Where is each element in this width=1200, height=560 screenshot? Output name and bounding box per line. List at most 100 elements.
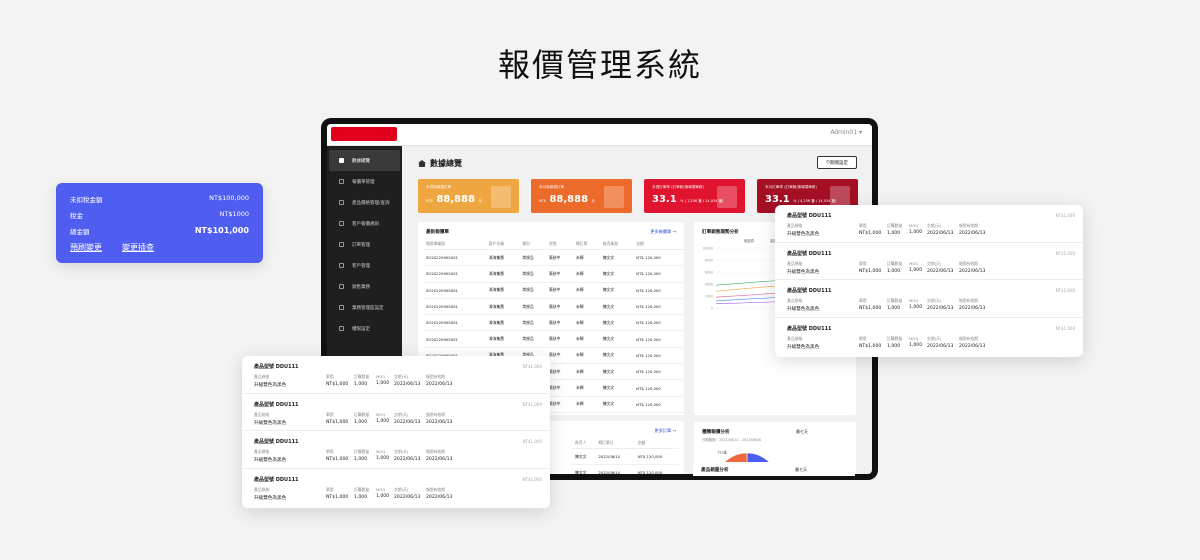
preview-change-link[interactable]: 預刷變更 [70, 242, 102, 253]
sidebar-item-sales[interactable]: 銷售業務 [329, 276, 400, 297]
order-table: 負責人 轉訂單日 金額 陳文文 2022/08/10 NT$ 120,000 陳文文 2022… [573, 438, 679, 474]
product-field: 產品規格 升級雙色為黑色 [254, 374, 326, 388]
more-orders-link[interactable]: 更多訂單 → [654, 428, 676, 434]
field-label: 產品規格 [787, 335, 803, 341]
product-item[interactable]: 產品型號 DDU111 NT$1,000 產品規格 升級雙色為黑色 單價 NT$… [775, 205, 1083, 243]
table-row[interactable]: 陳文文 2022/08/10 NT$ 120,000 [573, 448, 679, 466]
column-header: 轉訂單日 [596, 438, 636, 449]
sidebar-item-regions[interactable]: 業務管理區設定 [329, 297, 400, 318]
field-label: 交期(天) [927, 298, 942, 303]
table-cell: 簽核中 [547, 314, 574, 332]
table-cell: 簽核中 [547, 379, 574, 397]
table-row[interactable]: SO20220905001鴻海集團常規品簽核中未轉陳文文NT$ 120,000 [424, 330, 684, 348]
product-price: NT$1,000 [522, 439, 542, 444]
change-insert-link[interactable]: 變更插查 [122, 242, 154, 253]
field-label: 訂購數量 [887, 223, 903, 228]
product-field: 報價有效期 2022/06/13 [959, 298, 999, 312]
table-row[interactable]: SO20220905001鴻海集團常規品簽核中未轉陳文文NT$ 120,000 [424, 282, 684, 299]
field-label: 單價 [859, 223, 867, 228]
product-field: 交期(天) 2022/06/13 [927, 261, 959, 275]
stage: 報價管理系統 Admin01 ▾ 數據總覽 報價單管理 產品價格管理/查詢 客戶… [0, 0, 1200, 560]
table-row[interactable]: SO20220905001鴻海集團常規品簽核中未轉陳文文NT$ 120,000 [424, 265, 684, 283]
sidebar-item-quotes[interactable]: 報價單管理 [329, 171, 400, 192]
summary-links: 預刷變更 變更插查 [70, 242, 249, 253]
product-field: MOQ 1,000 [909, 223, 927, 237]
product-field: 產品規格 升級雙色為黑色 [787, 336, 859, 350]
sidebar-item-label: 權限設定 [352, 326, 370, 332]
product-item[interactable]: 產品型號 DDU111 NT$1,000 產品規格 升級雙色為黑色 單價 NT$… [242, 394, 550, 431]
field-value: 1,000 [887, 231, 901, 236]
table-cell: 陳文文 [573, 464, 597, 474]
product-price: NT$1,000 [522, 364, 542, 369]
field-label: 訂購數量 [354, 374, 370, 379]
field-label: 訂購數量 [354, 449, 370, 454]
table-cell: 2022/08/10 [596, 448, 636, 466]
product-field: 單價 NT$1,000 [326, 374, 354, 388]
product-item[interactable]: 產品型號 DDU111 NT$1,000 產品規格 升級雙色為黑色 單價 NT$… [242, 431, 550, 469]
product-item[interactable]: 產品型號 DDU111 NT$1,000 產品規格 升級雙色為黑色 單價 NT$… [775, 280, 1083, 318]
kpi-number: 88,888 [436, 194, 476, 205]
sidebar-item-dashboard[interactable]: 數據總覽 [329, 150, 400, 171]
field-label: 產品規格 [254, 486, 270, 492]
row-label: 未扣稅金額 [70, 196, 103, 204]
field-label: 交期(天) [394, 486, 409, 492]
field-value: 2022/06/13 [927, 306, 954, 311]
field-value: 2022/06/13 [426, 457, 453, 462]
user-menu[interactable]: Admin01 ▾ [830, 129, 862, 136]
product-field: 交期(天) 2022/06/13 [394, 487, 426, 501]
sidebar-item-orders[interactable]: 訂單管理 [329, 234, 400, 255]
product-field: 交期(天) 2022/06/13 [927, 223, 959, 237]
product-item[interactable]: 產品型號 DDU111 NT$1,000 產品規格 升級雙色為黑色 單價 NT$… [242, 356, 550, 394]
more-quotes-link[interactable]: 更多報價單 → [650, 229, 676, 235]
table-cell: 未轉 [573, 379, 601, 397]
y-tick-label: 4000 [705, 283, 713, 287]
kpi-number: 88,888 [549, 194, 589, 205]
table-header-row: 負責人 轉訂單日 金額 [573, 438, 679, 449]
table-cell: 陳文文 [600, 379, 635, 397]
brand-logo[interactable] [331, 127, 397, 141]
table-cell: 未轉 [573, 330, 601, 348]
summary-row-tax: 稅金 NT$1000 [70, 210, 249, 220]
sidebar-item-permissions[interactable]: 權限設定 [329, 318, 400, 339]
field-value: 1,000 [887, 268, 901, 274]
field-value: NT$1,000 [326, 419, 349, 425]
product-field: 報價有效期 2022/06/13 [426, 412, 466, 426]
field-value: 升級雙色為黑色 [254, 383, 287, 388]
product-field: 單價 NT$1,000 [859, 261, 887, 275]
product-item[interactable]: 產品型號 DDU111 NT$1,000 產品規格 升級雙色為黑色 單價 NT$… [775, 243, 1083, 280]
list-icon [339, 221, 344, 226]
table-row[interactable]: 陳文文 2022/08/10 NT$ 120,000 [573, 464, 679, 474]
table-cell: NT$ 120,000 [634, 249, 684, 267]
product-item[interactable]: 產品型號 DDU111 NT$1,000 產品規格 升級雙色為黑色 單價 NT$… [242, 469, 550, 507]
product-field: 單價 NT$1,000 [859, 336, 887, 350]
row-label: 總金額 [70, 228, 90, 236]
product-field: 交期(天) 2022/06/13 [394, 374, 426, 388]
field-label: 單價 [326, 411, 334, 417]
field-label: 產品規格 [787, 260, 803, 266]
sidebar-item-rules[interactable]: 客戶報價規則 [329, 213, 400, 234]
product-item[interactable]: 產品型號 DDU111 NT$1,000 產品規格 升級雙色為黑色 單價 NT$… [775, 318, 1083, 356]
period-select[interactable]: 最七天 [796, 429, 808, 435]
field-label: 單價 [859, 260, 867, 266]
field-value: NT$1,000 [326, 382, 349, 387]
table-cell: 陳文文 [600, 314, 635, 332]
product-field: MOQ 1,000 [909, 298, 927, 312]
table-row[interactable]: SO20220905001鴻海集團常規品簽核中未轉陳文文NT$ 120,000 [424, 249, 684, 267]
chart-icon [339, 284, 344, 289]
y-tick-label: 6000 [705, 271, 713, 275]
date-range-button[interactable]: ◷ 期間設定 [817, 156, 857, 169]
shield-icon [339, 326, 344, 331]
sidebar-item-prices[interactable]: 產品價格管理/查詢 [329, 192, 400, 213]
gear-icon [339, 305, 344, 310]
sidebar-item-customers[interactable]: 客戶管理 [329, 255, 400, 276]
product-field: 單價 NT$1,000 [326, 449, 354, 463]
product-details: 產品規格 升級雙色為黑色 單價 NT$1,000 訂購數量 1,000 MOQ … [787, 261, 1071, 275]
field-label: 訂購數量 [354, 486, 370, 492]
table-row[interactable]: SO20220905001鴻海集團常規品簽核中未轉陳文文NT$ 120,000 [424, 314, 684, 332]
product-field: 報價有效期 2022/06/13 [426, 374, 466, 388]
table-row[interactable]: SO20220905001鴻海集團常規品簽核中未轉陳文文NT$ 120,000 [424, 298, 684, 316]
period-select[interactable]: 最七天 [795, 467, 807, 473]
field-value: NT$1,000 [859, 306, 882, 311]
table-cell: 鴻海集團 [486, 249, 521, 267]
panel-title: 最新報價單 [426, 230, 449, 235]
